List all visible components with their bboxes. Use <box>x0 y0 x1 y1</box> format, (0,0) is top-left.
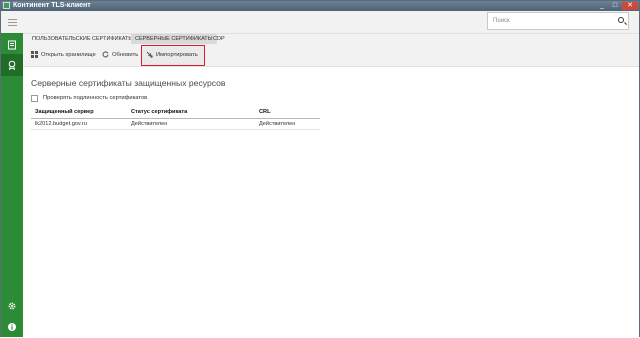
table-row[interactable]: lk2012.budget.gov.ru Действителен Действ… <box>31 119 320 130</box>
cell-server: lk2012.budget.gov.ru <box>35 121 87 127</box>
tab-bar: ПОЛЬЗОВАТЕЛЬСКИЕ СЕРТИФИКАТЫ СЕРВЕРНЫЕ С… <box>23 34 639 44</box>
page-title: Серверные сертификаты защищенных ресурсо… <box>31 78 226 88</box>
verify-certificates-checkbox[interactable] <box>31 95 38 102</box>
certificate-badge-icon <box>8 60 16 70</box>
search-icon[interactable] <box>618 17 624 23</box>
server-certificates-table: Защищенный сервер Статус сертификата CRL… <box>31 107 320 131</box>
sidebar-item-settings[interactable] <box>1 295 23 317</box>
hamburger-icon-line <box>8 22 17 23</box>
title-bar: Континент TLS-клиент _ □ ✕ <box>1 1 639 11</box>
tab-cdp[interactable]: CDP <box>209 34 229 44</box>
app-logo-icon <box>3 2 10 9</box>
column-header-status[interactable]: Статус сертификата <box>131 107 187 118</box>
window-title: Континент TLS-клиент <box>13 2 91 9</box>
import-label: Импортировать <box>156 52 198 58</box>
hamburger-icon <box>8 19 17 20</box>
cell-status: Действителен <box>131 121 168 127</box>
verify-certificates-label[interactable]: Проверять подлинность сертификатов <box>43 94 147 103</box>
refresh-button[interactable]: Обновить <box>102 49 138 61</box>
certificate-list-icon <box>8 40 16 50</box>
minimize-button[interactable]: _ <box>596 2 608 10</box>
refresh-icon <box>102 51 109 58</box>
refresh-label: Обновить <box>112 52 139 58</box>
close-button[interactable]: ✕ <box>622 2 638 10</box>
search-input[interactable]: Поиск <box>487 12 629 30</box>
hamburger-icon-line <box>8 25 17 26</box>
cell-crl: Действителен <box>259 121 296 127</box>
import-button[interactable]: Импортировать <box>146 49 198 61</box>
open-store-button[interactable]: Открыть хранилище <box>31 49 96 61</box>
settings-icon <box>8 302 16 310</box>
tab-user-certificates[interactable]: ПОЛЬЗОВАТЕЛЬСКИЕ СЕРТИФИКАТЫ <box>28 34 137 44</box>
grid-icon <box>31 50 38 58</box>
menu-button[interactable] <box>1 11 23 33</box>
info-icon <box>8 323 16 331</box>
column-header-server[interactable]: Защищенный сервер <box>35 107 94 118</box>
open-store-label: Открыть хранилище <box>41 52 96 58</box>
maximize-button[interactable]: □ <box>609 2 621 10</box>
app-window: Континент TLS-клиент _ □ ✕ Поиск ПОЛЬЗОВ… <box>0 0 640 337</box>
sidebar-item-info[interactable] <box>1 316 23 338</box>
tab-server-certificates[interactable]: СЕРВЕРНЫЕ СЕРТИФИКАТЫ <box>131 34 217 44</box>
search-placeholder: Поиск <box>493 18 510 24</box>
import-icon <box>146 51 153 58</box>
table-header: Защищенный сервер Статус сертификата CRL <box>31 107 320 119</box>
sidebar-item-server-certificates[interactable] <box>1 54 23 76</box>
sidebar-item-certificates[interactable] <box>1 34 23 56</box>
column-header-crl[interactable]: CRL <box>259 107 271 118</box>
main-content: Серверные сертификаты защищенных ресурсо… <box>23 67 639 337</box>
toolbar: Открыть хранилище Обновить <box>23 44 639 67</box>
